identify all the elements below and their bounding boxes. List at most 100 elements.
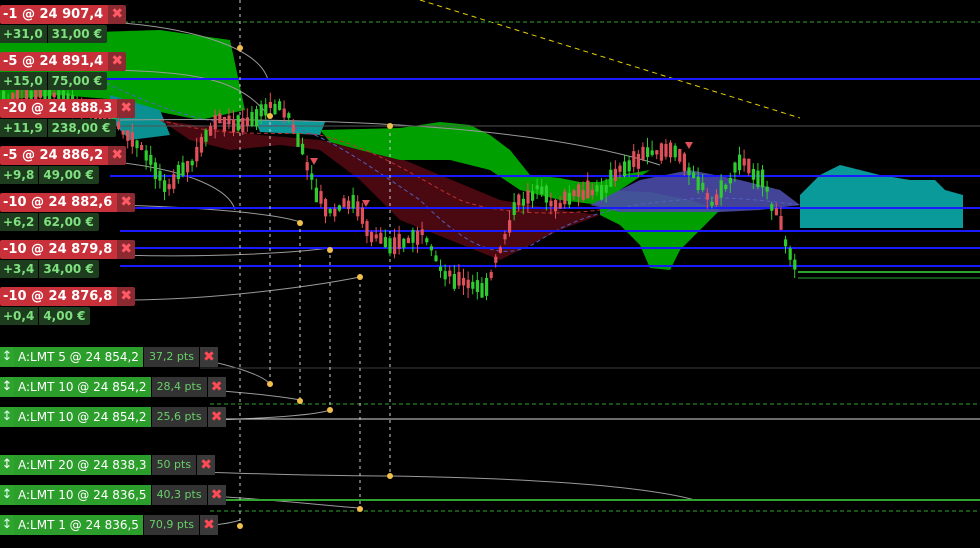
- candle-body: [199, 136, 203, 153]
- candle-body: [738, 154, 742, 171]
- candle-body: [512, 202, 516, 215]
- position-label: -5 @ 24 891,4: [0, 52, 109, 71]
- candle-body: [613, 168, 617, 181]
- cloud-teal-small: [255, 120, 325, 135]
- drag-icon[interactable]: ↕: [0, 485, 14, 505]
- position-amount: 62,00 €: [39, 213, 99, 231]
- candle-body: [774, 208, 778, 216]
- candle-body: [728, 177, 732, 184]
- close-icon[interactable]: ✖: [117, 193, 136, 212]
- candle-body: [788, 248, 792, 260]
- close-icon[interactable]: ✖: [117, 240, 136, 259]
- candle-body: [278, 101, 282, 111]
- candle-body: [567, 192, 571, 205]
- order-tag[interactable]: ↕ A:LMT 20 @ 24 838,3 50 pts ✖: [0, 455, 216, 475]
- order-points: 50 pts: [150, 455, 197, 475]
- candle-body: [287, 113, 291, 118]
- drag-icon[interactable]: ↕: [0, 515, 14, 535]
- candle-body: [554, 199, 558, 212]
- candle-body: [264, 104, 268, 116]
- candle-body: [609, 169, 613, 187]
- candle-body: [268, 101, 272, 108]
- candle-body: [218, 113, 222, 124]
- candle-body: [117, 121, 121, 129]
- candle-body: [600, 185, 604, 200]
- candle-body: [770, 204, 774, 211]
- order-tag[interactable]: ↕ A:LMT 5 @ 24 854,2 37,2 pts ✖: [0, 347, 218, 367]
- candle-body: [38, 88, 42, 98]
- candle-body: [411, 230, 415, 243]
- candle-body: [176, 164, 180, 180]
- order-label: A:LMT 10 @ 24 854,2: [14, 407, 151, 427]
- order-tag[interactable]: ↕ A:LMT 10 @ 24 854,2 28,4 pts ✖: [0, 377, 226, 397]
- candle-body: [756, 170, 760, 188]
- candle-body: [623, 161, 627, 177]
- candle-body: [535, 185, 539, 190]
- candle-body: [379, 232, 383, 244]
- candle-body: [209, 126, 213, 136]
- candle-body: [669, 142, 673, 158]
- position-pnl: +0,4: [0, 307, 40, 325]
- candle-body: [696, 176, 700, 191]
- candle-body: [360, 207, 364, 224]
- trendline-yellow: [419, 0, 801, 119]
- candle-body: [130, 132, 134, 147]
- candle-body: [310, 173, 314, 180]
- candle-body: [466, 279, 470, 289]
- candle-body: [232, 119, 236, 133]
- candle-body: [503, 233, 507, 240]
- candle-body: [227, 115, 231, 125]
- drag-icon[interactable]: ↕: [0, 377, 14, 397]
- drag-icon[interactable]: ↕: [0, 407, 14, 427]
- candle-body: [751, 169, 755, 180]
- candle-body: [627, 160, 631, 172]
- close-icon[interactable]: ✖: [108, 146, 127, 165]
- candle-body: [618, 165, 622, 172]
- candle-body: [370, 231, 374, 243]
- order-tag[interactable]: ↕ A:LMT 1 @ 24 836,5 70,9 pts ✖: [0, 515, 218, 535]
- close-icon[interactable]: ✖: [206, 377, 226, 397]
- close-icon[interactable]: ✖: [108, 52, 127, 71]
- candle-body: [374, 234, 378, 239]
- candle-body: [761, 169, 765, 188]
- close-icon[interactable]: ✖: [198, 515, 218, 535]
- candle-body: [402, 238, 406, 248]
- close-icon[interactable]: ✖: [108, 5, 127, 24]
- candle-body: [204, 129, 208, 142]
- close-icon[interactable]: ✖: [206, 485, 226, 505]
- candle-body: [498, 247, 502, 253]
- position-amount: 49,00 €: [39, 166, 99, 184]
- close-icon[interactable]: ✖: [117, 287, 136, 306]
- position-amount: 34,00 €: [39, 260, 99, 278]
- candle-body: [457, 272, 461, 286]
- candle-body: [682, 153, 686, 172]
- candle-body: [678, 149, 682, 162]
- close-icon[interactable]: ✖: [196, 455, 216, 475]
- close-icon[interactable]: ✖: [198, 347, 218, 367]
- candle-body: [351, 194, 355, 209]
- position-amount: 75,00 €: [47, 72, 108, 90]
- candle-body: [646, 147, 650, 158]
- order-points: 25,6 pts: [150, 407, 207, 427]
- candle-body: [250, 111, 254, 126]
- close-icon[interactable]: ✖: [117, 99, 136, 118]
- close-icon[interactable]: ✖: [206, 407, 226, 427]
- candle-body: [604, 184, 608, 193]
- drag-icon[interactable]: ↕: [0, 455, 14, 475]
- candle-body: [259, 104, 263, 117]
- candle-body: [356, 201, 360, 217]
- candle-body: [540, 186, 544, 195]
- candle-body: [439, 266, 443, 271]
- candle-body: [291, 124, 295, 133]
- order-tag[interactable]: ↕ A:LMT 10 @ 24 836,5 40,3 pts ✖: [0, 485, 226, 505]
- candle-body: [480, 283, 484, 298]
- candle-body: [765, 186, 769, 192]
- candle-body: [319, 191, 323, 204]
- order-tag[interactable]: ↕ A:LMT 10 @ 24 854,2 25,6 pts ✖: [0, 407, 226, 427]
- drag-icon[interactable]: ↕: [0, 347, 14, 367]
- candle-body: [57, 90, 61, 100]
- candle-body: [213, 114, 217, 130]
- candle-body: [429, 246, 433, 251]
- order-label: A:LMT 10 @ 24 854,2: [14, 377, 151, 397]
- candle-body: [517, 194, 521, 206]
